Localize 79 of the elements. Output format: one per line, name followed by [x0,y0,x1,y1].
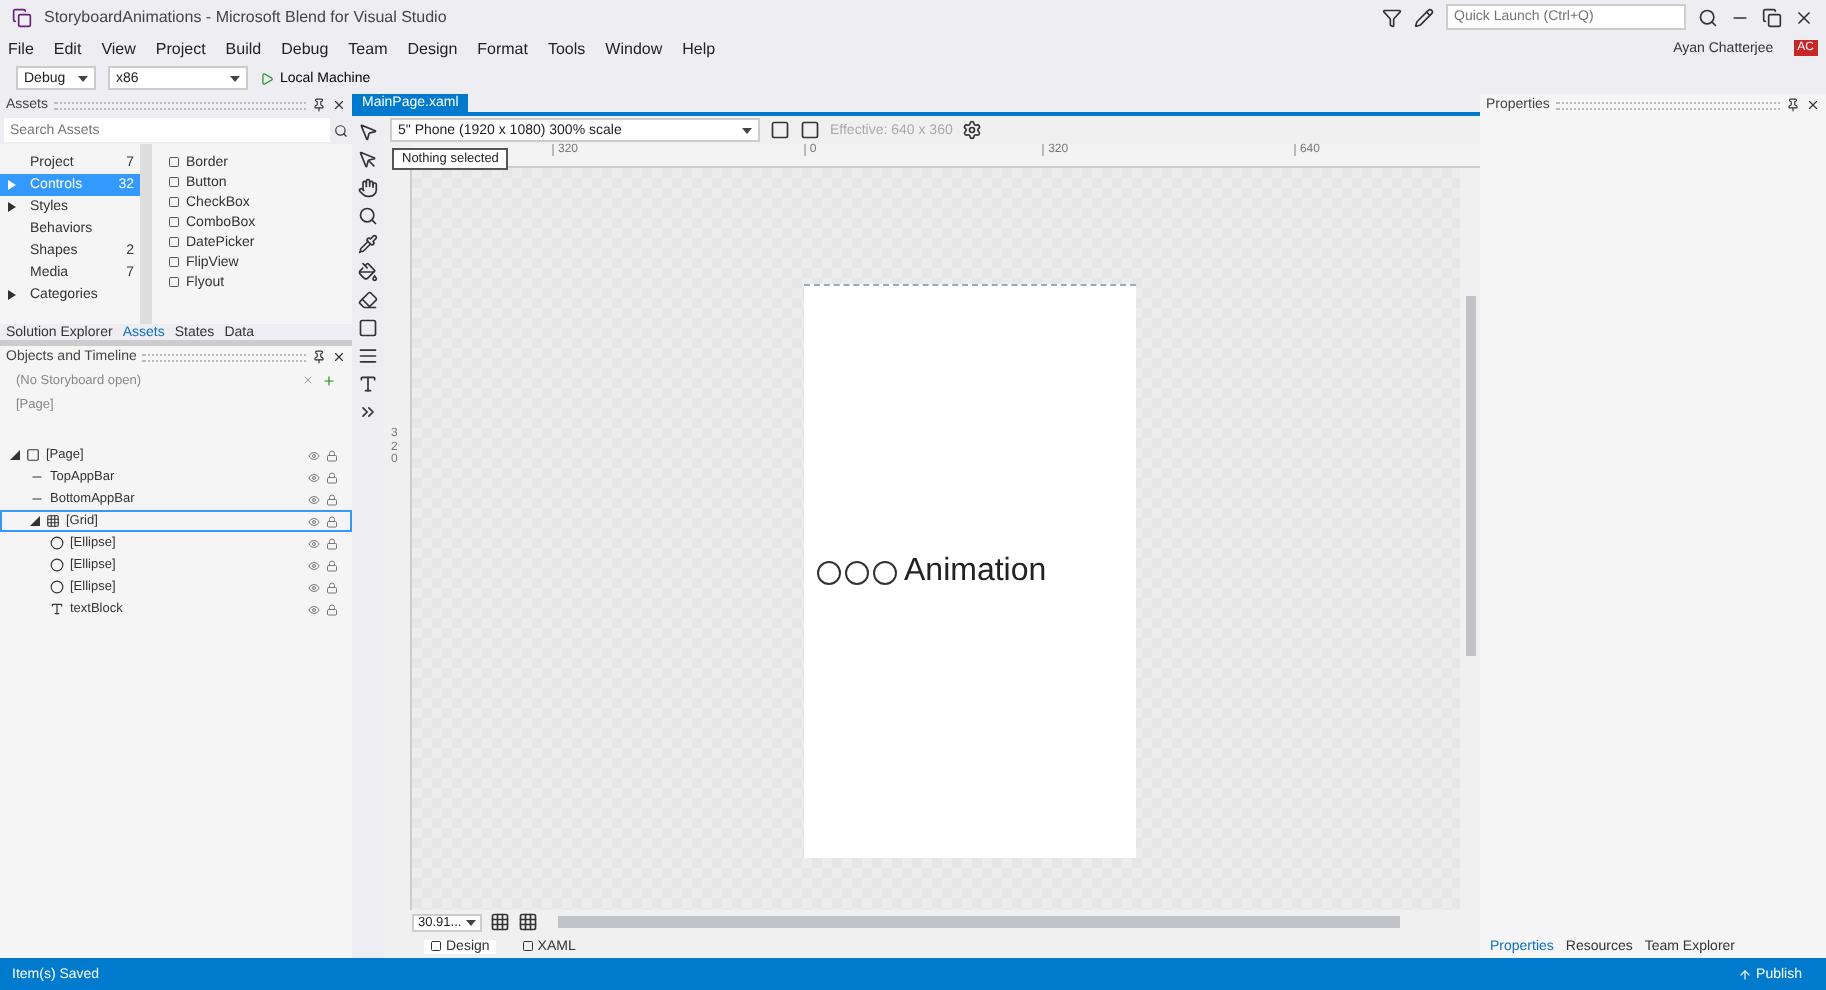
lock-icon [326,603,338,615]
lock-icon [326,471,338,483]
settings-icon[interactable] [962,120,983,140]
eye-icon [308,559,320,571]
pin-icon [1786,98,1800,112]
view-icon [430,940,442,952]
pin-icon [312,98,326,112]
lock-icon [326,449,338,461]
menu-item[interactable]: View [101,39,136,57]
grid-icon [46,514,60,528]
eye-icon [308,603,320,615]
view-icon [521,940,534,952]
eyedropper-icon[interactable] [358,234,378,254]
grid-icon[interactable] [489,912,509,932]
filter-icon[interactable] [1382,7,1402,27]
dropdown-caret-icon [742,127,752,133]
more-tools-icon[interactable] [358,402,378,422]
landscape-icon[interactable] [770,120,790,140]
close-icon [1806,98,1820,112]
expand-caret-icon[interactable] [6,290,16,300]
direct-select-icon[interactable] [358,150,378,170]
canvas-text: Animation [904,554,1047,590]
close-icon [332,350,346,364]
collapse-caret-icon[interactable] [10,450,20,460]
paint-bucket-icon[interactable] [358,262,378,282]
add-icon [322,373,336,387]
horizontal-scrollbar[interactable] [557,916,1400,928]
logo-icon [12,7,32,27]
menu-item[interactable]: Help [682,39,716,57]
lock-icon [326,537,338,549]
eraser-icon[interactable] [358,290,378,310]
menu-item[interactable]: File [8,39,34,57]
layout-icon[interactable] [358,346,378,366]
menu-item[interactable]: Design [407,39,458,57]
menu-item[interactable]: Tools [547,39,586,57]
eye-icon [308,537,320,549]
play-icon [260,71,274,85]
snap-icon[interactable] [517,912,537,932]
pan-icon[interactable] [358,178,378,198]
restore-icon[interactable] [1762,7,1782,27]
bar-icon [30,470,44,484]
eye-icon [308,471,320,483]
menu-item[interactable]: Project [155,39,206,57]
lock-icon [326,493,338,505]
zoom-icon[interactable] [358,206,378,226]
menu-item[interactable]: Team [348,39,388,57]
dropdown-caret-icon [230,75,240,81]
pin-icon [312,350,326,364]
eye-icon [308,515,320,527]
dropdown-caret-icon [465,919,475,925]
collapse-caret-icon[interactable] [30,516,40,526]
text-icon[interactable] [358,374,378,394]
window-title: StoryboardAnimations - Microsoft Blend for Visual Studio [44,8,447,26]
page-icon [26,448,40,462]
close-icon [332,98,346,112]
menu-item[interactable]: Debug [281,39,329,57]
close-icon[interactable] [1794,7,1814,27]
menu-item[interactable]: Edit [53,39,82,57]
lock-icon [326,559,338,571]
menu-item[interactable]: Build [225,39,262,57]
menu-item[interactable]: Format [477,39,528,57]
rectangle-icon[interactable] [358,318,378,338]
eye-icon [308,449,320,461]
textblock-icon [50,602,64,616]
dropdown-caret-icon [78,75,88,81]
search-icon[interactable] [1698,7,1718,27]
lock-icon [326,515,338,527]
portrait-icon[interactable] [800,120,820,140]
menu-item[interactable]: Window [605,39,663,57]
expand-caret-icon[interactable] [6,202,16,212]
ellipses-drawing [816,559,900,585]
eye-icon [308,581,320,593]
lock-icon [326,581,338,593]
eye-icon [308,493,320,505]
pointer-icon[interactable] [358,122,378,142]
upload-arrow-icon [1738,967,1753,981]
close-icon [302,374,314,386]
bar-icon [30,492,44,506]
search-icon [334,123,348,137]
